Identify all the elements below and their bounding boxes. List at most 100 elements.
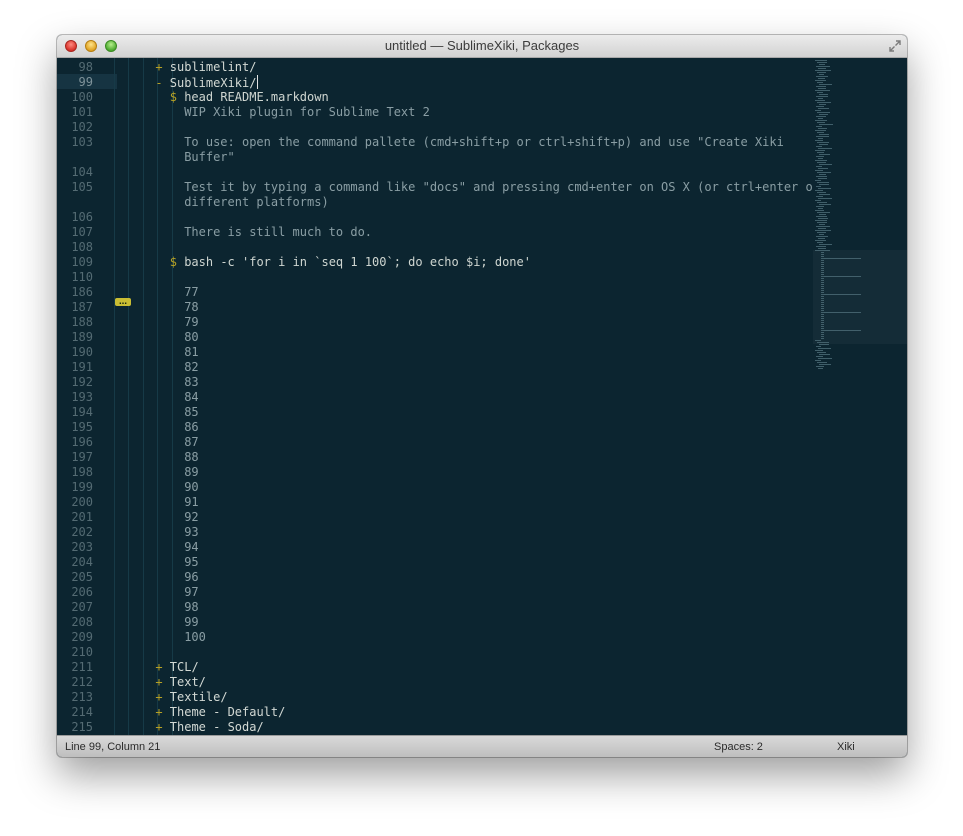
code-line[interactable]: 110: [57, 270, 817, 285]
code-line[interactable]: 99 - SublimeXiki/: [57, 75, 817, 90]
syntax-selector[interactable]: Xiki: [837, 741, 855, 753]
minimap-line: [821, 314, 824, 315]
tree-node-label: Theme - Default/: [169, 705, 286, 719]
code-line[interactable]: 207 98: [57, 600, 817, 615]
minimap-line: [815, 70, 831, 71]
line-number: 107: [71, 225, 93, 239]
line-number: 108: [71, 240, 93, 254]
code-line[interactable]: 109 $ bash -c 'for i in `seq 1 100`; do e…: [57, 255, 817, 270]
minimap[interactable]: [813, 58, 907, 735]
line-number: 202: [71, 525, 93, 539]
minimap-line: [817, 182, 829, 183]
minimap-line: [817, 72, 826, 73]
code-line[interactable]: 194 85: [57, 405, 817, 420]
code-line[interactable]: 202 93: [57, 525, 817, 540]
line-text: 89: [184, 465, 198, 480]
expand-icon[interactable]: +: [155, 675, 169, 689]
code-line[interactable]: 190 81: [57, 345, 817, 360]
code-line[interactable]: 105 Test it by typing a command like "doc…: [57, 180, 820, 195]
minimap-line: [817, 352, 826, 353]
line-number: 206: [71, 585, 93, 599]
output-text: 77: [184, 285, 199, 299]
minimap-line: [817, 172, 831, 173]
code-line[interactable]: 204 95: [57, 555, 817, 570]
minimap-line: [819, 64, 825, 65]
minimap-line: [821, 274, 824, 275]
line-text: 100: [184, 630, 206, 645]
code-line[interactable]: 199 90: [57, 480, 817, 495]
minimap-line: [821, 302, 824, 303]
code-line[interactable]: 210: [57, 645, 817, 660]
code-line[interactable]: 106: [57, 210, 817, 225]
minimap-line: [821, 264, 824, 265]
code-editor[interactable]: 98 + sublimelint/99 - SublimeXiki/100 $ hea…: [57, 58, 907, 735]
output-text: 96: [184, 570, 199, 584]
expand-icon[interactable]: +: [155, 720, 169, 734]
line-number: 212: [71, 675, 93, 689]
code-line[interactable]: 212 + Text/: [57, 675, 817, 690]
expand-icon[interactable]: +: [155, 690, 169, 704]
expand-icon[interactable]: +: [155, 60, 169, 74]
code-line[interactable]: 208 99: [57, 615, 817, 630]
minimap-line: [821, 322, 824, 323]
code-line[interactable]: 189 80: [57, 330, 817, 345]
code-line[interactable]: 214 + Theme - Default/: [57, 705, 817, 720]
fullscreen-icon[interactable]: [888, 39, 902, 53]
code-line[interactable]: 205 96: [57, 570, 817, 585]
code-line[interactable]: 98 + sublimelint/: [57, 60, 817, 75]
code-line[interactable]: Buffer": [57, 150, 817, 165]
code-line[interactable]: 107 There is still much to do.: [57, 225, 817, 240]
minimap-line: [815, 170, 823, 171]
code-line[interactable]: 187 78: [57, 300, 817, 315]
shell-command: bash -c 'for i in `seq 1 100`; do echo $…: [184, 255, 531, 269]
code-line[interactable]: 196 87: [57, 435, 817, 450]
code-line[interactable]: 206 97: [57, 585, 817, 600]
code-line[interactable]: 102: [57, 120, 817, 135]
line-text: 96: [184, 570, 198, 585]
code-line[interactable]: 200 91: [57, 495, 817, 510]
code-line[interactable]: 213 + Textile/: [57, 690, 817, 705]
code-line[interactable]: 215 + Theme - Soda/: [57, 720, 817, 735]
collapse-icon[interactable]: -: [155, 76, 169, 90]
fold-marker-icon[interactable]: …: [115, 298, 131, 306]
code-line[interactable]: 103 To use: open the command pallete (cmd…: [57, 135, 817, 150]
code-line[interactable]: 188 79: [57, 315, 817, 330]
line-number: 204: [71, 555, 93, 569]
minimap-line: [821, 326, 824, 327]
minimap-line: [819, 234, 824, 235]
code-line[interactable]: 191 82: [57, 360, 817, 375]
code-line[interactable]: 198 89: [57, 465, 817, 480]
code-line[interactable]: 203 94: [57, 540, 817, 555]
minimap-line: [817, 342, 829, 343]
minimap-line: [815, 140, 823, 141]
code-line[interactable]: 193 84: [57, 390, 817, 405]
expand-icon[interactable]: +: [155, 660, 169, 674]
line-text: 92: [184, 510, 198, 525]
code-line[interactable]: 201 92: [57, 510, 817, 525]
code-line[interactable]: 100 $ head README.markdown: [57, 90, 817, 105]
code-line[interactable]: 209 100: [57, 630, 817, 645]
code-line[interactable]: 195 86: [57, 420, 817, 435]
minimap-line: [821, 284, 824, 285]
minimap-line: [818, 208, 823, 209]
minimap-line: [819, 74, 824, 75]
minimap-line: [819, 104, 826, 105]
window-title: untitled — SublimeXiki, Packages: [384, 38, 580, 53]
line-number: 104: [71, 165, 93, 179]
code-line[interactable]: 186 77: [57, 285, 817, 300]
minimap-line: [818, 168, 828, 169]
line-number: 189: [71, 330, 93, 344]
code-line[interactable]: 108: [57, 240, 817, 255]
code-line[interactable]: 104: [57, 165, 817, 180]
code-line[interactable]: 197 88: [57, 450, 817, 465]
expand-icon[interactable]: +: [155, 705, 169, 719]
code-line[interactable]: 101 WIP Xiki plugin for Sublime Text 2: [57, 105, 817, 120]
title-bar[interactable]: untitled — SublimeXiki, Packages: [57, 35, 907, 58]
indentation-setting[interactable]: Spaces: 2: [714, 741, 763, 753]
line-text: 78: [184, 300, 198, 315]
minimap-line: [821, 324, 824, 325]
line-number: 188: [71, 315, 93, 329]
code-line[interactable]: 211 + TCL/: [57, 660, 817, 675]
code-line[interactable]: 192 83: [57, 375, 817, 390]
code-line[interactable]: different platforms): [57, 195, 817, 210]
